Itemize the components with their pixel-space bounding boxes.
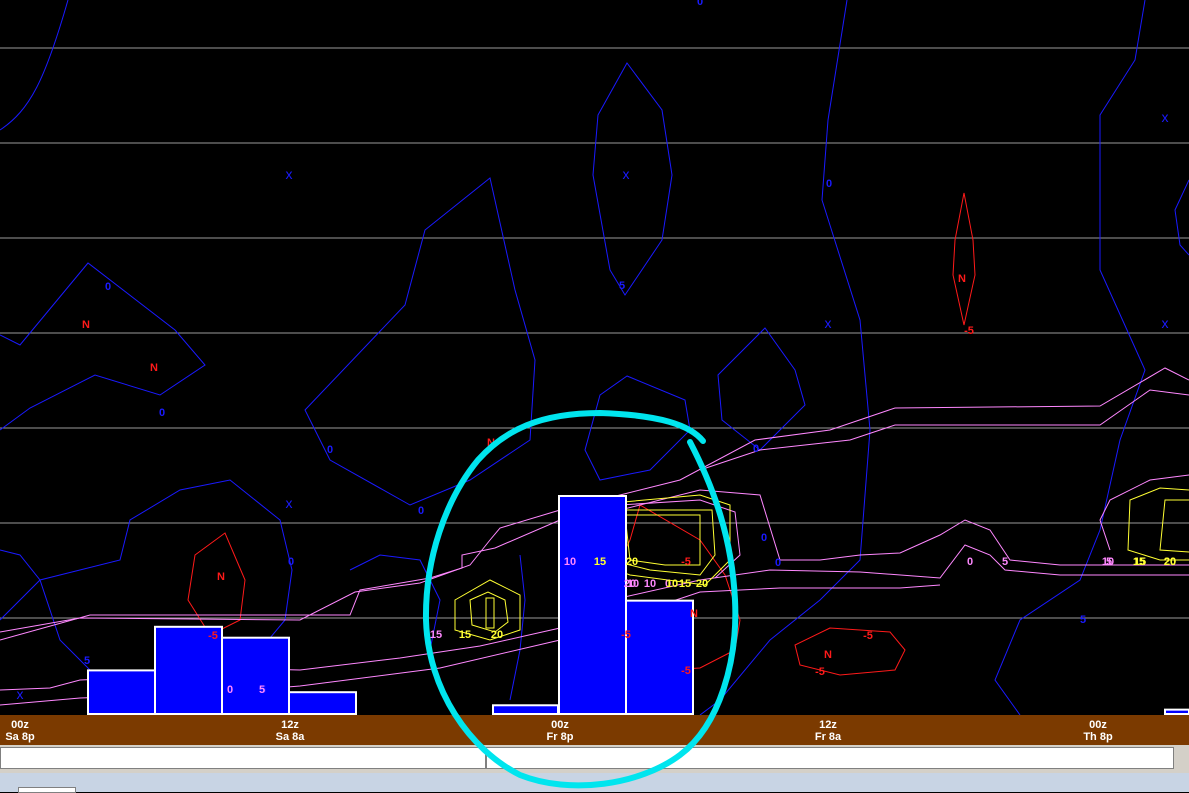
violet-contour-label: 10 xyxy=(1102,556,1114,568)
yellow-contour-label: 20 xyxy=(696,578,708,590)
violet-contour-label: 0 xyxy=(227,684,233,696)
red-contour-label: N xyxy=(487,437,495,449)
meteogram-plot: 0 0 0 0 0 0 0 0 0 0 0 5 5 5 5 N N N N N N N -5 -5 -5 -5 -5 -5 -5 0 5 10… xyxy=(0,0,1189,715)
red-contour-label: -5 xyxy=(621,629,631,641)
taskbar-tab[interactable] xyxy=(18,787,76,793)
x-marker: x xyxy=(825,315,832,331)
status-panel-right xyxy=(486,747,1174,769)
blue-contour-label: 0 xyxy=(159,407,165,419)
yellow-contour-label: 15 xyxy=(459,629,471,641)
violet-contour-label: 15 xyxy=(430,629,442,641)
red-contour-label: -5 xyxy=(208,630,218,642)
tick-utc-label: 00z xyxy=(11,719,29,731)
red-contour-label: N xyxy=(150,362,158,374)
tick-utc-label: 12z xyxy=(281,719,299,731)
time-axis-tick-label: 00z Sa 8p xyxy=(0,719,50,743)
yellow-contour-label: 15 xyxy=(679,578,691,590)
yellow-contour-label: 20 xyxy=(491,629,503,641)
red-contour-label: N xyxy=(824,649,832,661)
x-marker: x xyxy=(286,495,293,511)
red-contour-label: -5 xyxy=(964,325,974,337)
blue-contour-label: 5 xyxy=(1080,614,1086,626)
x-marker: x xyxy=(1162,109,1169,125)
red-contour-label: N xyxy=(690,608,698,620)
status-bar xyxy=(0,745,1189,793)
tick-utc-label: 00z xyxy=(551,719,569,731)
blue-contour-label: 0 xyxy=(105,281,111,293)
yellow-contour-label: 20 xyxy=(626,556,638,568)
x-marker: x xyxy=(1162,315,1169,331)
yellow-contour-label: 20 xyxy=(1164,556,1176,568)
blue-contour-label: 0 xyxy=(327,444,333,456)
tick-local-label: Sa 8p xyxy=(5,731,35,743)
red-contour-label: N xyxy=(82,319,90,331)
red-contour-label: N xyxy=(217,571,225,583)
time-axis-bar: 00z Sa 8p 12z Sa 8a 00z Fr 8p 12z Fr 8a 00z Th 8p xyxy=(0,715,1189,745)
red-contour-label: -5 xyxy=(681,556,691,568)
blue-contour-label: 0 xyxy=(697,0,703,8)
blue-contour-label: 0 xyxy=(753,443,759,455)
red-contour-label: N xyxy=(958,273,966,285)
tick-utc-label: 12z xyxy=(819,719,837,731)
yellow-contour-label: 15 xyxy=(594,556,606,568)
tick-local-label: Fr 8p xyxy=(546,731,574,743)
precip-bar xyxy=(1164,708,1189,715)
x-marker: x xyxy=(17,686,24,702)
time-axis-tick-label: 12z Sa 8a xyxy=(260,719,320,743)
time-axis-tick-label: 12z Fr 8a xyxy=(798,719,858,743)
time-axis-tick-label: 00z Fr 8p xyxy=(530,719,590,743)
tick-local-label: Th 8p xyxy=(1083,731,1113,743)
violet-contour-label: 10 xyxy=(644,578,656,590)
tick-local-label: Sa 8a xyxy=(275,731,305,743)
violet-contour-label: 0 xyxy=(967,556,973,568)
tick-local-label: Fr 8a xyxy=(814,731,842,743)
violet-contour-label: 10 xyxy=(627,578,639,590)
blue-contour-label: 5 xyxy=(619,280,625,292)
precip-bar xyxy=(288,691,357,715)
precip-bar xyxy=(87,669,156,715)
blue-contour-label: 0 xyxy=(775,557,781,569)
blue-contour-label: 0 xyxy=(288,556,294,568)
taskbar-strip xyxy=(0,773,1189,792)
violet-contour-label: 5 xyxy=(259,684,265,696)
yellow-contour-label: 15 xyxy=(1134,556,1146,568)
blue-contour-label: 0 xyxy=(761,532,767,544)
precip-bar xyxy=(625,599,694,715)
blue-contour-label: 0 xyxy=(418,505,424,517)
yellow-contour-label: 10 xyxy=(666,578,678,590)
red-contour-label: -5 xyxy=(815,666,825,678)
status-panel-left xyxy=(0,747,486,769)
precip-bar xyxy=(558,495,627,715)
blue-contour-label: 5 xyxy=(84,655,90,667)
precip-bar xyxy=(492,704,559,715)
red-contour-label: -5 xyxy=(863,630,873,642)
violet-contour-label: 10 xyxy=(564,556,576,568)
blue-contour-label: 0 xyxy=(826,178,832,190)
red-contour-label: -5 xyxy=(681,665,691,677)
time-axis-tick-label: 00z Th 8p xyxy=(1068,719,1128,743)
tick-utc-label: 00z xyxy=(1089,719,1107,731)
precip-bar xyxy=(221,636,290,715)
violet-contour-label: 5 xyxy=(1002,556,1008,568)
x-marker: x xyxy=(286,166,293,182)
x-marker: x xyxy=(623,166,630,182)
